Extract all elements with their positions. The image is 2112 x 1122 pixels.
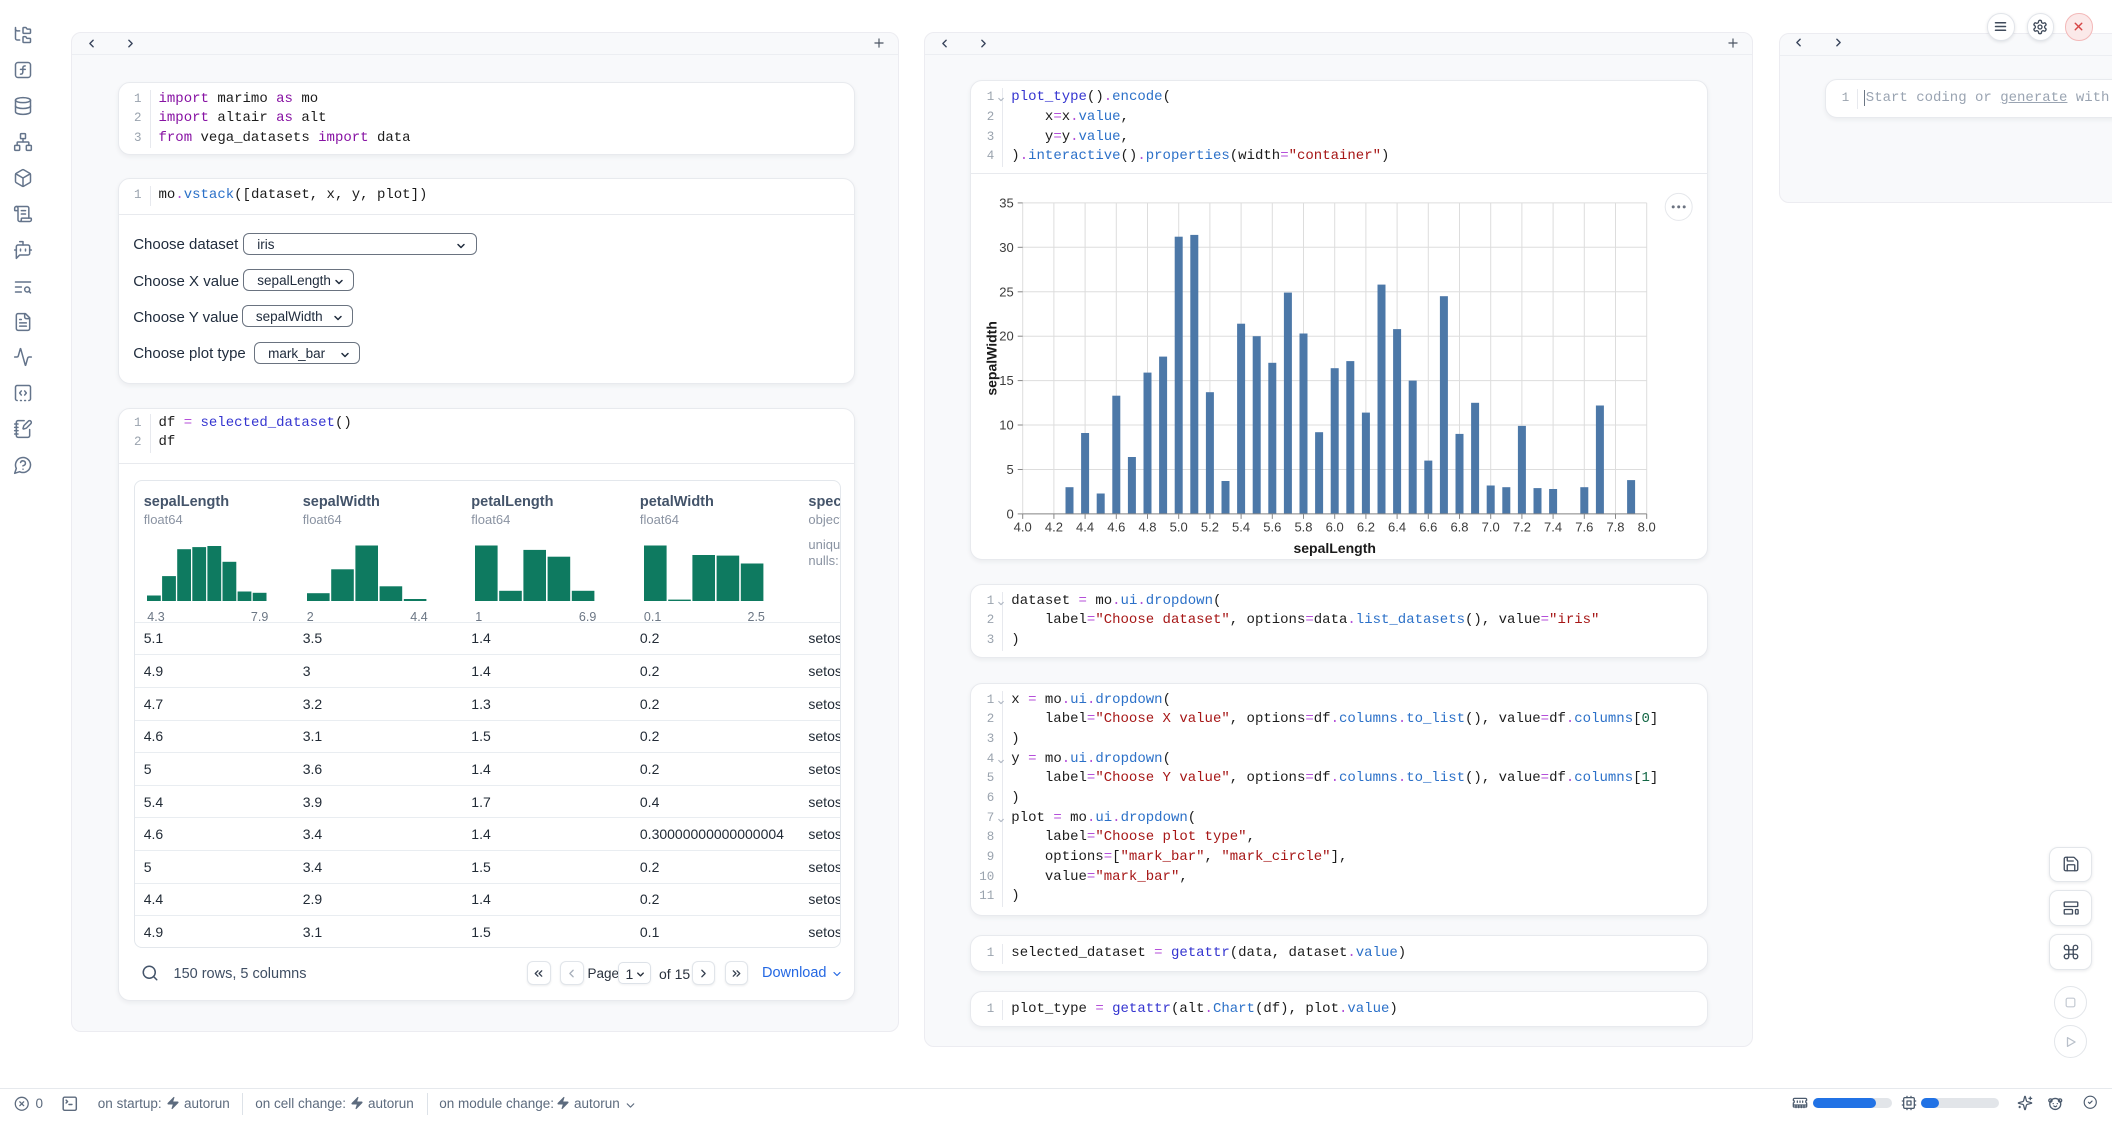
svg-text:6.4: 6.4 xyxy=(1388,519,1406,534)
svg-text:6.6: 6.6 xyxy=(1420,519,1438,534)
svg-text:6.8: 6.8 xyxy=(1451,519,1469,534)
svg-text:6.0: 6.0 xyxy=(1326,519,1344,534)
svg-text:5.0: 5.0 xyxy=(1170,519,1188,534)
svg-text:7.4: 7.4 xyxy=(1544,519,1562,534)
svg-text:6.2: 6.2 xyxy=(1357,519,1375,534)
svg-text:4.8: 4.8 xyxy=(1139,519,1157,534)
svg-text:4.6: 4.6 xyxy=(1108,519,1126,534)
svg-text:sepalLength: sepalLength xyxy=(1294,540,1376,556)
svg-text:7.6: 7.6 xyxy=(1576,519,1594,534)
svg-text:sepalWidth: sepalWidth xyxy=(984,321,1000,396)
svg-text:5.6: 5.6 xyxy=(1264,519,1282,534)
svg-text:4.0: 4.0 xyxy=(1014,519,1032,534)
svg-text:7.0: 7.0 xyxy=(1482,519,1500,534)
svg-text:5: 5 xyxy=(1007,462,1014,477)
svg-text:7.8: 7.8 xyxy=(1607,519,1625,534)
svg-text:30: 30 xyxy=(1000,240,1014,255)
svg-text:25: 25 xyxy=(1000,284,1014,299)
svg-text:5.2: 5.2 xyxy=(1201,519,1219,534)
svg-text:7.2: 7.2 xyxy=(1513,519,1531,534)
svg-text:0: 0 xyxy=(1007,506,1014,521)
svg-text:8.0: 8.0 xyxy=(1638,519,1656,534)
svg-text:20: 20 xyxy=(1000,329,1014,344)
svg-text:15: 15 xyxy=(1000,373,1014,388)
svg-text:35: 35 xyxy=(1000,195,1014,210)
svg-text:4.4: 4.4 xyxy=(1076,519,1094,534)
svg-text:4.2: 4.2 xyxy=(1045,519,1063,534)
svg-text:5.4: 5.4 xyxy=(1232,519,1250,534)
svg-text:5.8: 5.8 xyxy=(1295,519,1313,534)
svg-text:10: 10 xyxy=(1000,418,1014,433)
